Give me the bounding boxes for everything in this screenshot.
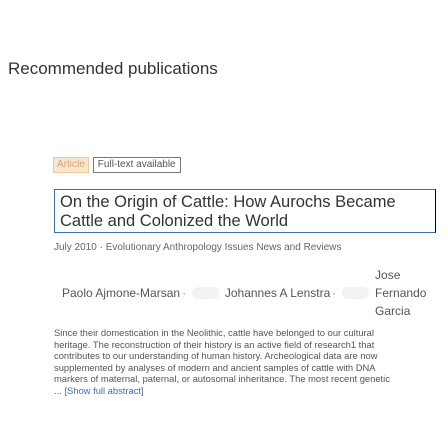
author-link[interactable]: Paolo Ajmone-Marsan [62,284,180,302]
author-link[interactable]: Johannes A Lenstra [225,284,330,302]
publication-title-link[interactable]: On the Origin of Cattle: How Aurochs Bec… [54,189,436,233]
publication-badges: Article Full-text available [53,157,181,173]
author-separator: · [332,286,337,300]
show-full-abstract-link[interactable]: [Show full abstract] [64,385,143,396]
author-separator: · [182,286,187,300]
author-link[interactable]: Jose Fernando Garcia [375,266,442,320]
author-avatar [192,287,219,299]
article-type-badge: Article [53,157,89,173]
author-list: Paolo Ajmone-Marsan · Johannes A Lenstra… [62,266,442,320]
section-title: Recommended publications [8,59,218,78]
publication-abstract: Since their domestication in the Neolith… [54,327,390,397]
author-avatar [342,287,370,299]
fulltext-available-badge: Full-text available [92,157,181,173]
publication-meta: July 2010 · Evolutionary Anthropology Is… [54,242,342,253]
